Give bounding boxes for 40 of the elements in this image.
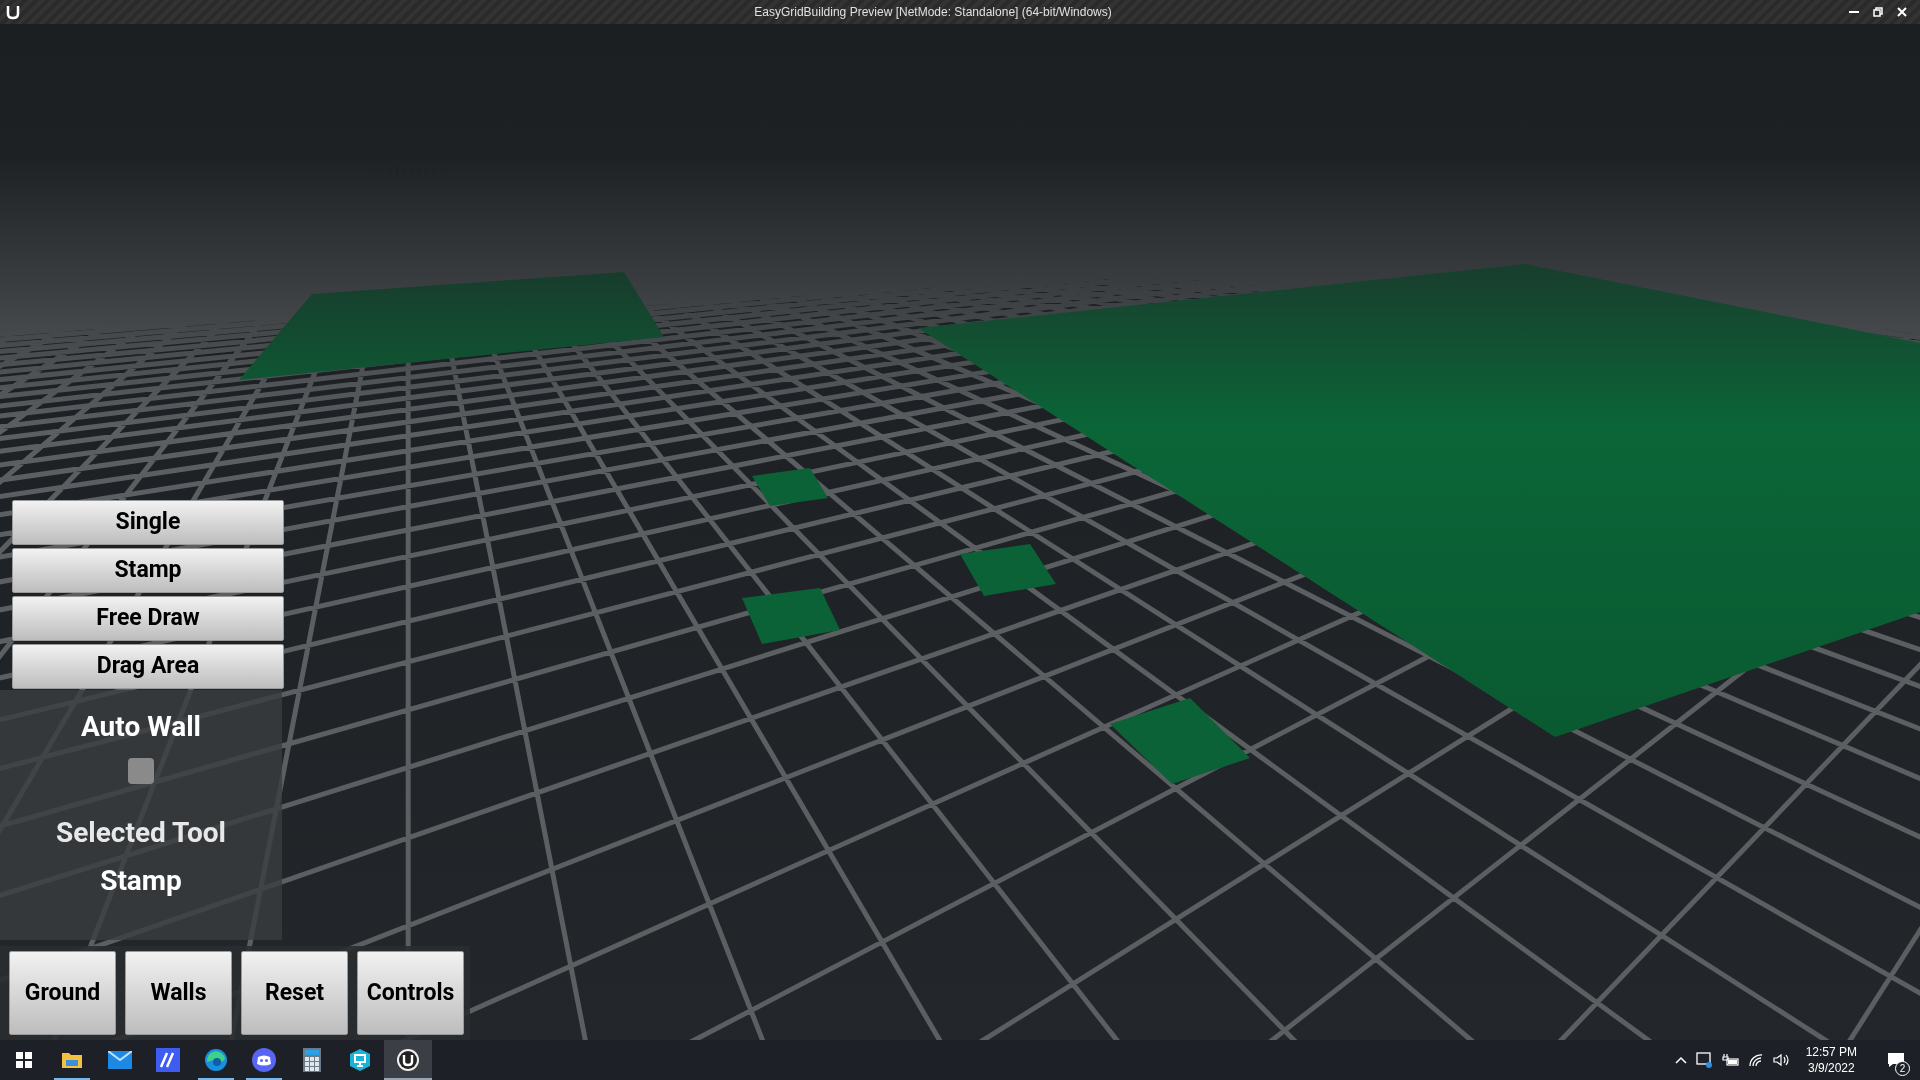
swirl-icon bbox=[204, 1048, 228, 1072]
clock-time[interactable]: 12:57 PM bbox=[1805, 1044, 1857, 1060]
notification-button[interactable]: 2 bbox=[1872, 1040, 1920, 1080]
taskbar-app-button[interactable] bbox=[384, 1040, 432, 1080]
tool-button[interactable]: Drag Area bbox=[12, 644, 284, 689]
chevron-up-icon[interactable] bbox=[1674, 1056, 1687, 1064]
selected-tool-value: Stamp bbox=[100, 863, 182, 899]
monitor-icon[interactable] bbox=[1695, 1052, 1712, 1068]
tool-button[interactable]: Stamp bbox=[12, 548, 284, 593]
gamepad-face-icon bbox=[252, 1048, 276, 1072]
running-indicator bbox=[246, 1078, 282, 1080]
minimize-icon bbox=[1849, 11, 1859, 13]
u-logo-icon bbox=[396, 1048, 420, 1072]
auto-wall-label: Auto Wall bbox=[80, 709, 202, 745]
u-logo-icon bbox=[4, 3, 22, 21]
mode-button[interactable]: Ground bbox=[9, 951, 116, 1035]
envelope-icon bbox=[108, 1051, 132, 1069]
folder-icon bbox=[61, 1050, 83, 1070]
running-indicator bbox=[198, 1078, 234, 1080]
tool-button[interactable]: Single bbox=[12, 500, 284, 545]
wifi-icon[interactable] bbox=[1747, 1053, 1764, 1067]
battery-plug-icon[interactable] bbox=[1720, 1053, 1739, 1067]
mode-button[interactable]: Reset bbox=[241, 951, 348, 1035]
windows-logo-icon bbox=[16, 1052, 32, 1068]
slash-logo-icon bbox=[156, 1048, 180, 1072]
running-indicator bbox=[54, 1078, 90, 1080]
close-icon bbox=[1897, 7, 1907, 17]
running-indicator bbox=[384, 1078, 432, 1080]
speaker-icon[interactable] bbox=[1772, 1053, 1791, 1067]
tool-button[interactable]: Free Draw bbox=[12, 596, 284, 641]
mode-button[interactable]: Controls bbox=[357, 951, 464, 1035]
auto-wall-checkbox[interactable] bbox=[128, 758, 154, 784]
monitor-hexagon-icon bbox=[348, 1048, 372, 1072]
selected-tool-label: Selected Tool bbox=[55, 815, 227, 851]
calculator-icon bbox=[303, 1048, 321, 1072]
mode-button[interactable]: Walls bbox=[125, 951, 232, 1035]
notification-count: 2 bbox=[1895, 1061, 1910, 1076]
clock-date[interactable]: 3/9/2022 bbox=[1807, 1060, 1855, 1076]
window-title: EasyGridBuilding Preview [NetMode: Standalone] (64-bit/Windows) bbox=[754, 4, 1112, 21]
restore-icon bbox=[1873, 7, 1883, 17]
